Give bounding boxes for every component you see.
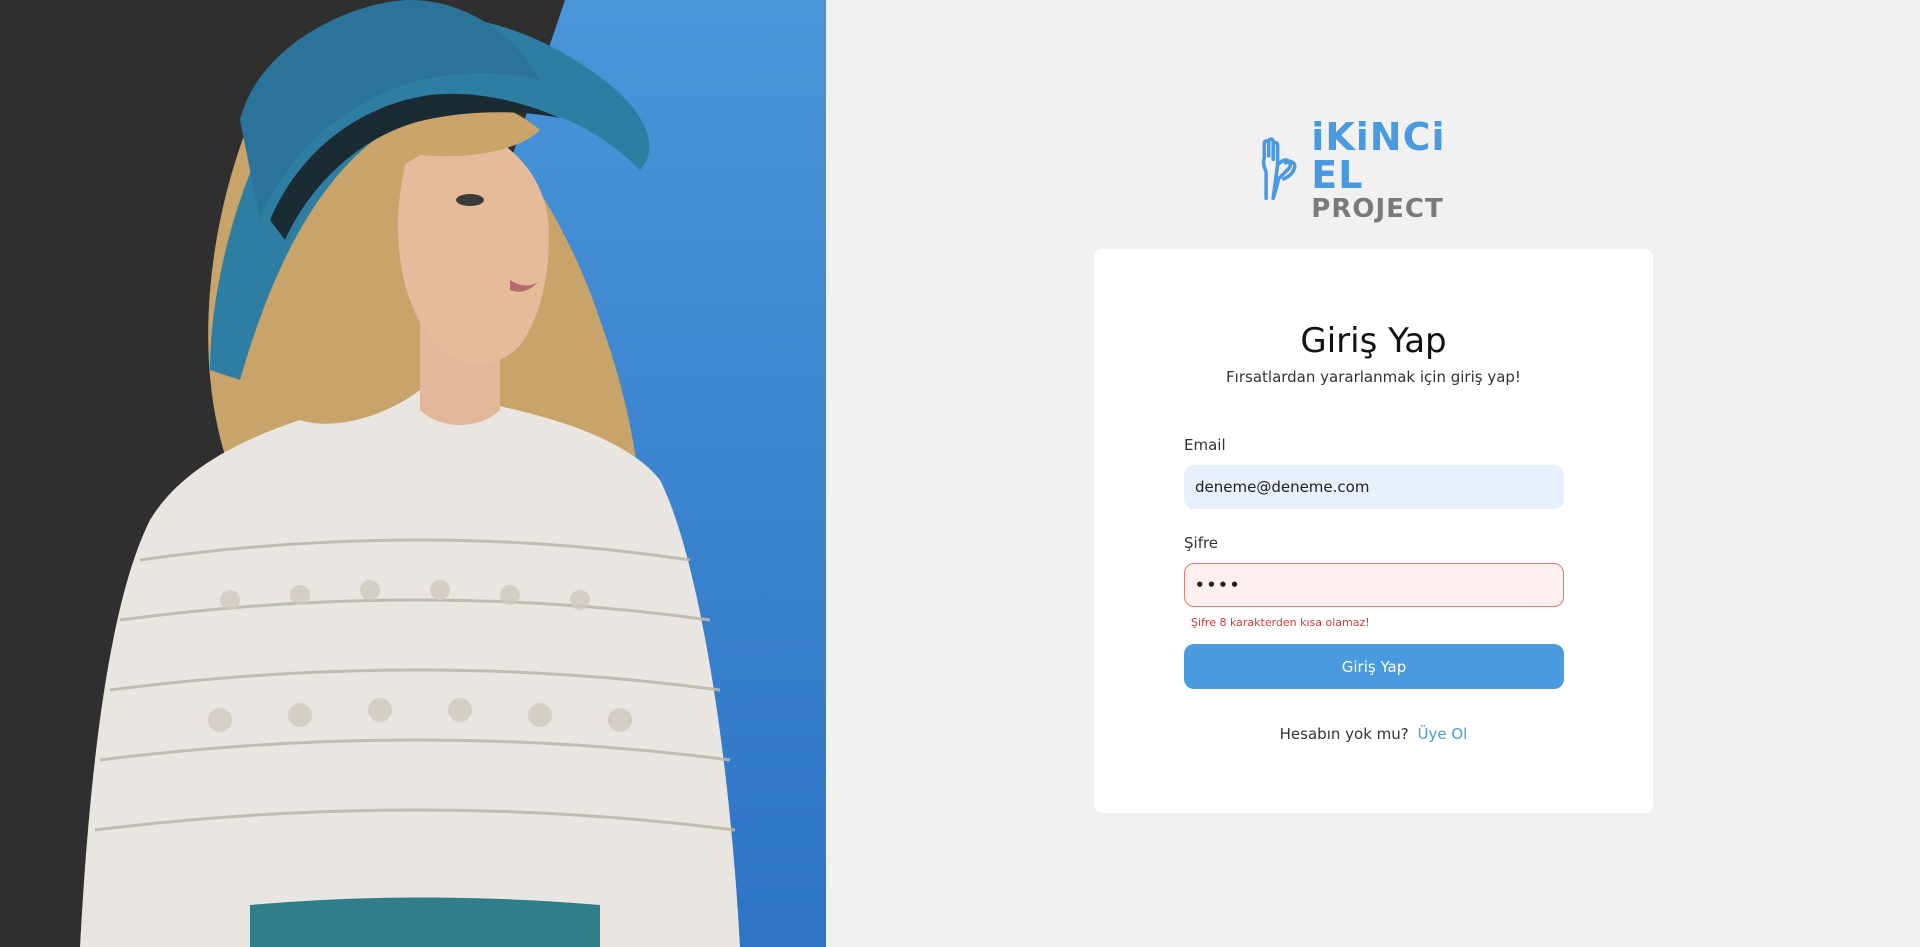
email-field[interactable]: deneme@deneme.com — [1184, 465, 1564, 509]
brand-line-1: iKiNCi EL — [1311, 115, 1446, 197]
email-label: Email — [1184, 436, 1226, 454]
page-title: Giriş Yap — [1300, 321, 1447, 361]
email-value: deneme@deneme.com — [1195, 478, 1370, 496]
password-error-message: Şifre 8 karakterden kısa olamaz! — [1191, 616, 1370, 629]
login-submit-button[interactable]: Giriş Yap — [1184, 644, 1564, 689]
brand-logo[interactable]: iKiNCi EL PROJECT — [1259, 118, 1489, 222]
password-masked-value: •••• — [1195, 576, 1242, 594]
login-card: Giriş Yap Fırsatlardan yararlanmak için … — [1094, 249, 1653, 813]
woman-with-hat-illustration — [80, 0, 740, 947]
login-page: iKiNCi EL PROJECT Giriş Yap Fırsatlardan… — [0, 0, 1920, 947]
password-field[interactable]: •••• — [1184, 563, 1564, 607]
login-panel: iKiNCi EL PROJECT Giriş Yap Fırsatlardan… — [826, 0, 1920, 947]
signup-prompt: Hesabın yok mu? — [1279, 725, 1409, 743]
page-subtitle: Fırsatlardan yararlanmak için giriş yap! — [1226, 368, 1521, 386]
password-label: Şifre — [1184, 534, 1219, 552]
brand-text: iKiNCi EL PROJECT — [1311, 118, 1489, 222]
brand-line-2: PROJECT — [1311, 194, 1444, 224]
hand-peace-icon — [1261, 137, 1297, 201]
signup-row: Hesabın yok mu? Üye Ol — [1094, 725, 1653, 743]
hero-panel — [0, 0, 826, 947]
signup-link[interactable]: Üye Ol — [1418, 725, 1468, 743]
